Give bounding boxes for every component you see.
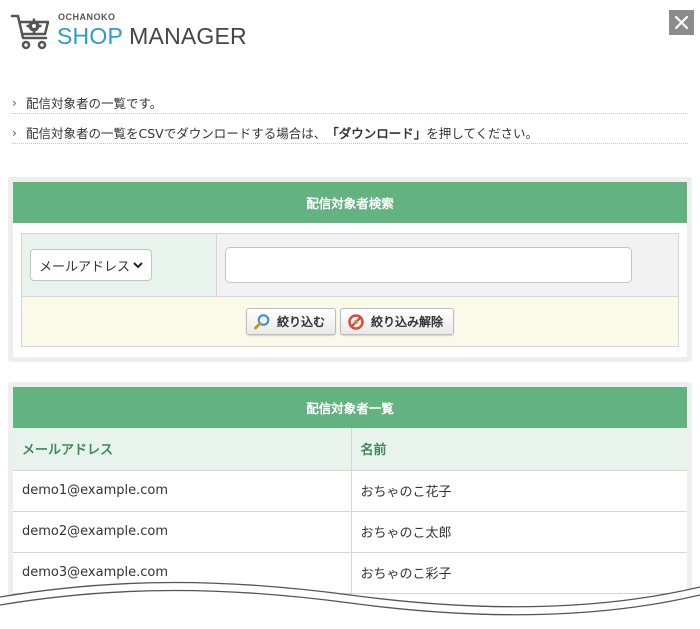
logo-tagline: OCHANOKO	[58, 12, 116, 22]
chevron-right-icon: ›	[12, 125, 17, 140]
logo-shop: SHOP	[57, 23, 123, 49]
note-text: 配信対象者の一覧をCSVでダウンロードする場合は、	[26, 126, 327, 141]
prohibited-icon	[348, 313, 364, 330]
torn-edge	[0, 581, 700, 629]
note-item: › 配信対象者の一覧です。	[12, 84, 688, 114]
cell-name: おちゃのこ太郎	[351, 511, 687, 553]
notes: › 配信対象者の一覧です。 › 配信対象者の一覧をCSVでダウンロードする場合は…	[12, 84, 688, 144]
search-field-cell: メールアドレス	[22, 234, 217, 296]
close-button[interactable]	[669, 10, 694, 35]
search-button-row: 絞り込む 絞り込み解除	[22, 297, 678, 346]
search-panel-title: 配信対象者検索	[13, 182, 687, 223]
search-body: メールアドレス 絞り込む 絞り込み解除	[13, 223, 687, 357]
search-input[interactable]	[225, 247, 632, 283]
search-form: メールアドレス 絞り込む 絞り込み解除	[21, 233, 679, 347]
logo-wordmark: SHOP MANAGER	[57, 23, 247, 50]
search-input-cell	[217, 234, 678, 296]
filter-button[interactable]: 絞り込む	[245, 308, 336, 335]
note-item: › 配信対象者の一覧をCSVでダウンロードする場合は、 「ダウンロード」 を押してく…	[12, 114, 688, 144]
cell-email: demo2@example.com	[13, 511, 352, 553]
column-header-name: 名前	[351, 428, 687, 471]
cart-icon	[10, 14, 50, 50]
filter-button-label: 絞り込む	[276, 315, 325, 329]
magnifier-icon	[253, 313, 270, 329]
search-field-select[interactable]: メールアドレス	[30, 249, 152, 281]
cell-name: おちゃのこ花子	[351, 470, 687, 512]
search-row: メールアドレス	[22, 234, 678, 297]
cell-email: demo1@example.com	[13, 470, 352, 512]
note-text-end: を押してください。	[426, 126, 538, 141]
chevron-down-icon	[133, 262, 143, 269]
search-field-value: メールアドレス	[39, 259, 131, 275]
close-icon	[674, 15, 689, 30]
table-row: demo2@example.com おちゃのこ太郎	[13, 511, 687, 553]
clear-filter-button-label: 絞り込み解除	[371, 315, 444, 329]
clear-filter-button[interactable]: 絞り込み解除	[340, 308, 455, 335]
search-panel: 配信対象者検索 メールアドレス 絞り込む 絞り込み解除	[8, 177, 692, 362]
list-panel-title: 配信対象者一覧	[13, 387, 687, 428]
logo-manager: MANAGER	[129, 23, 247, 49]
logo: OCHANOKO SHOP MANAGER	[10, 10, 247, 54]
table-header-row: メールアドレス 名前	[13, 428, 687, 471]
chevron-right-icon: ›	[12, 95, 17, 110]
column-header-email: メールアドレス	[13, 428, 352, 471]
note-emphasis: 「ダウンロード」	[326, 126, 427, 141]
table-row: demo1@example.com おちゃのこ花子	[13, 470, 687, 512]
header: OCHANOKO SHOP MANAGER	[0, 0, 700, 60]
note-text: 配信対象者の一覧です。	[26, 96, 163, 111]
